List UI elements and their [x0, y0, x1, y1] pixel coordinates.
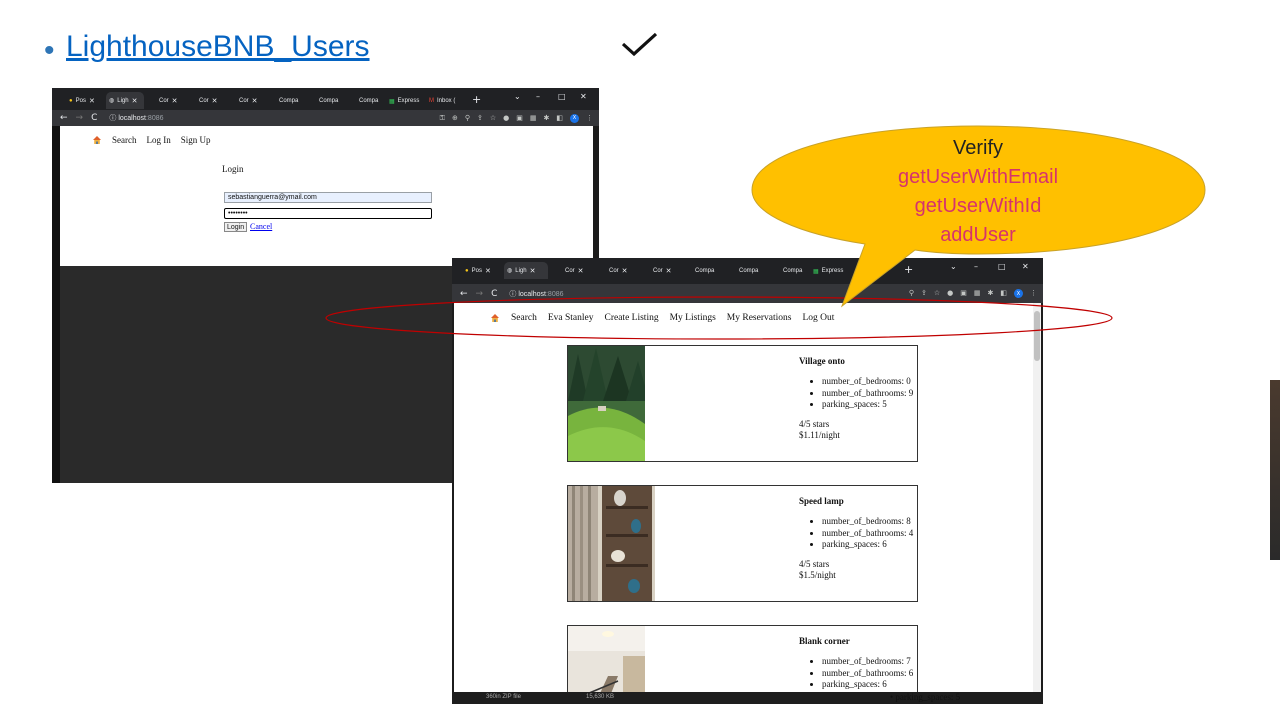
callout-function: getUserWithId	[914, 195, 1042, 217]
callout-text: Verify getUserWithEmail getUserWithId ad…	[870, 134, 1086, 250]
highlight-ellipse	[325, 296, 1113, 340]
callout-overlay	[325, 125, 1206, 340]
callout-heading: Verify	[952, 137, 1004, 159]
callout-function: addUser	[940, 224, 1016, 246]
callout-function: getUserWithEmail	[897, 166, 1059, 188]
